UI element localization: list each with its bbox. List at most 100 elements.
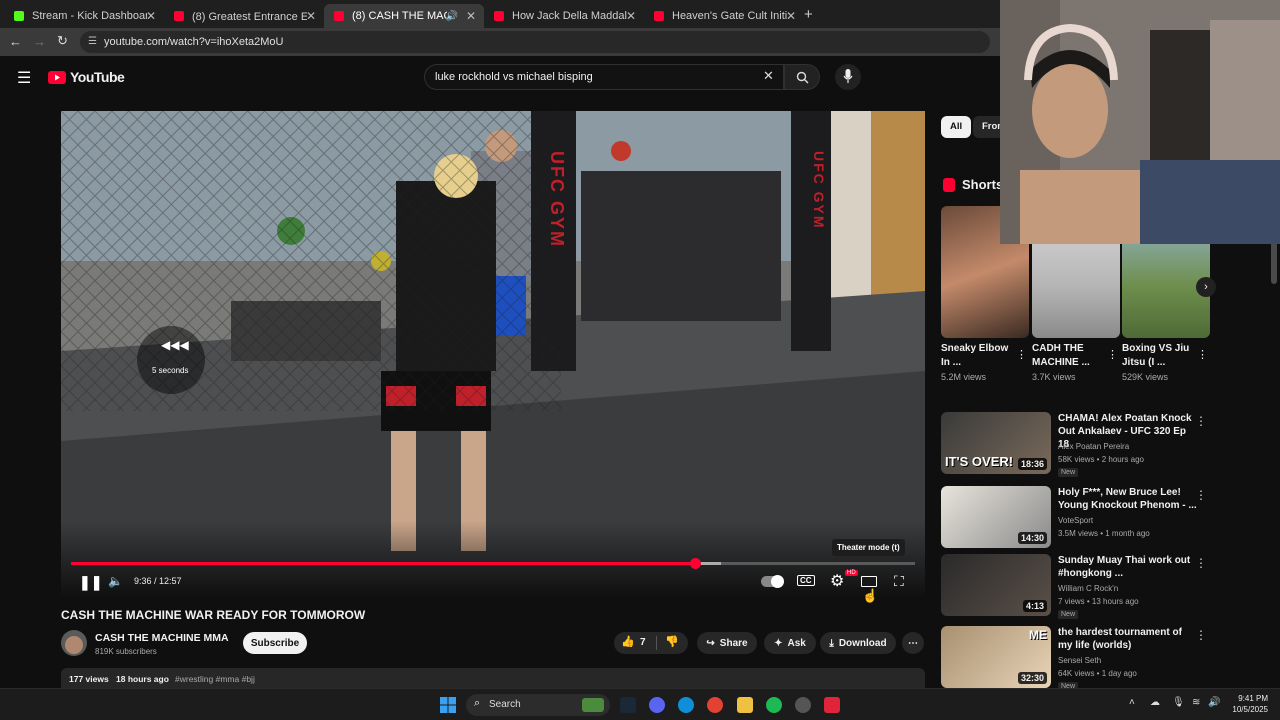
wifi-icon[interactable]: ≋ bbox=[1192, 697, 1200, 708]
tab-greatest-entrance[interactable]: (8) Greatest Entrance EVER?! 😳 ✕ bbox=[164, 4, 324, 28]
taskbar-search-label: Search bbox=[489, 699, 521, 710]
address-bar[interactable]: ☰ youtube.com/watch?v=ihoXeta2MoU bbox=[80, 31, 990, 53]
close-tab-icon[interactable]: ✕ bbox=[306, 9, 316, 23]
like-dislike-group: 👍 7 👎 bbox=[614, 632, 688, 654]
ask-button[interactable]: ✦ Ask bbox=[764, 632, 816, 654]
close-tab-icon[interactable]: ✕ bbox=[146, 9, 156, 23]
video-title: the hardest tournament of my life (world… bbox=[1058, 627, 1182, 651]
recommended-video[interactable]: ME 32:30 the hardest tournament of my li… bbox=[941, 626, 1211, 691]
forward-arrow-icon[interactable]: → bbox=[33, 34, 46, 49]
more-vertical-icon[interactable]: ⋮ bbox=[1195, 414, 1207, 428]
recommended-video[interactable]: 4:13 Sunday Muay Thai work out #hongkong… bbox=[941, 554, 1211, 619]
ask-label: Ask bbox=[787, 637, 806, 649]
shorts-logo-icon bbox=[943, 178, 955, 192]
autoplay-toggle[interactable] bbox=[761, 575, 784, 588]
ufc-gym-sign: UFC GYM bbox=[547, 151, 567, 248]
app-icon[interactable] bbox=[795, 697, 811, 713]
youtube-favicon-icon bbox=[174, 11, 184, 21]
youtube-favicon-icon bbox=[334, 11, 344, 21]
channel-avatar[interactable] bbox=[61, 630, 87, 656]
hashtags[interactable]: #wrestling #mma #bjj bbox=[175, 674, 255, 684]
recommended-video[interactable]: IT'S OVER! 18:36 CHAMA! Alex Poatan Knoc… bbox=[941, 412, 1211, 477]
subscribe-button[interactable]: Subscribe bbox=[243, 632, 307, 654]
short-title: Boxing VS Jiu Jitsu (I ... bbox=[1122, 343, 1190, 368]
video-player[interactable]: UFC GYM UFC GYM ◀◀◀ 5 seconds ❚❚ 🔈 9:36 … bbox=[61, 111, 925, 597]
recommended-video[interactable]: 14:30 Holy F***, New Bruce Lee! Young Kn… bbox=[941, 486, 1211, 548]
recording-app-icon[interactable] bbox=[824, 697, 840, 713]
more-vertical-icon[interactable]: ⋮ bbox=[1107, 348, 1118, 361]
cloud-icon[interactable]: ☁ bbox=[1150, 697, 1160, 708]
youtube-favicon-icon bbox=[654, 11, 664, 21]
tab-jack-della-maddalena[interactable]: How Jack Della Maddalena Co ✕ bbox=[484, 4, 644, 28]
steam-icon[interactable] bbox=[620, 697, 636, 713]
more-vertical-icon[interactable]: ⋮ bbox=[1197, 348, 1208, 361]
settings-gear-icon[interactable]: ⚙ bbox=[830, 571, 844, 591]
windows-start-icon[interactable] bbox=[440, 697, 456, 713]
clock-date[interactable]: 10/5/2025 bbox=[1226, 705, 1268, 714]
volume-icon[interactable]: 🔈 bbox=[108, 574, 123, 588]
view-count: 177 views bbox=[69, 674, 109, 684]
seek-back-overlay: ◀◀◀ 5 seconds bbox=[137, 326, 205, 394]
search-input[interactable]: luke rockhold vs michael bisping bbox=[424, 64, 784, 90]
more-vertical-icon[interactable]: ⋮ bbox=[1195, 488, 1207, 502]
discord-icon[interactable] bbox=[649, 697, 665, 713]
reload-icon[interactable]: ↻ bbox=[57, 33, 68, 49]
download-button[interactable]: ⤓ Download bbox=[820, 632, 896, 654]
theater-mode-tooltip: Theater mode (t) bbox=[832, 539, 905, 556]
youtube-logo[interactable]: YouTube bbox=[48, 69, 125, 85]
spotify-icon[interactable] bbox=[766, 697, 782, 713]
tab-kick-dashboard[interactable]: Stream - Kick Dashboard ✕ bbox=[4, 4, 164, 28]
fullscreen-icon[interactable]: ⛶ bbox=[894, 573, 904, 590]
clock-time[interactable]: 9:41 PM bbox=[1232, 694, 1268, 703]
video-duration: 32:30 bbox=[1017, 672, 1047, 684]
more-actions-button[interactable]: ⋯ bbox=[902, 632, 924, 654]
chrome-icon[interactable] bbox=[707, 697, 723, 713]
tab-cash-the-machine[interactable]: (8) CASH THE MACHINE W 🔊 ✕ bbox=[324, 4, 484, 28]
short-title: CADH THE MACHINE ... bbox=[1032, 343, 1090, 368]
progress-scrubber[interactable] bbox=[689, 558, 701, 569]
file-explorer-icon[interactable] bbox=[737, 697, 753, 713]
chip-all[interactable]: All bbox=[941, 116, 972, 138]
more-vertical-icon[interactable]: ⋮ bbox=[1195, 628, 1207, 642]
youtube-favicon-icon bbox=[494, 11, 504, 21]
more-vertical-icon[interactable]: ⋮ bbox=[1195, 556, 1207, 570]
theater-mode-icon[interactable] bbox=[861, 576, 877, 587]
tray-chevron-icon[interactable]: ˄ bbox=[1129, 697, 1135, 708]
captions-icon[interactable]: CC bbox=[797, 575, 815, 586]
more-horizontal-icon: ⋯ bbox=[908, 637, 918, 649]
edge-icon[interactable] bbox=[678, 697, 694, 713]
progress-bar[interactable] bbox=[71, 558, 915, 569]
tab-heavens-gate[interactable]: Heaven's Gate Cult Initiation Te ✕ bbox=[644, 4, 804, 28]
channel-name[interactable]: CASH THE MACHINE MMA bbox=[95, 632, 229, 644]
new-tab-button[interactable]: + bbox=[804, 6, 813, 23]
like-icon[interactable]: 👍 bbox=[621, 635, 635, 648]
dislike-icon[interactable]: 👎 bbox=[665, 635, 679, 648]
video-meta: 64K views • 1 day ago bbox=[1058, 669, 1137, 678]
pause-icon[interactable]: ❚❚ bbox=[79, 574, 102, 591]
close-tab-icon[interactable]: ✕ bbox=[626, 9, 636, 23]
taskbar-search-box[interactable]: ⌕ Search bbox=[466, 694, 610, 716]
page-scrollbar[interactable] bbox=[1271, 242, 1277, 284]
search-highlight-icon bbox=[582, 698, 604, 712]
back-arrow-icon[interactable]: ← bbox=[9, 34, 22, 49]
hamburger-menu-icon[interactable]: ☰ bbox=[17, 68, 31, 88]
more-vertical-icon[interactable]: ⋮ bbox=[1016, 348, 1027, 361]
close-tab-icon[interactable]: ✕ bbox=[786, 9, 796, 23]
video-thumbnail: ME 32:30 bbox=[941, 626, 1051, 688]
speaker-icon[interactable]: 🔊 bbox=[1208, 697, 1220, 708]
site-info-icon[interactable]: ☰ bbox=[88, 31, 97, 53]
shorts-next-arrow-icon[interactable]: › bbox=[1196, 277, 1216, 297]
divider bbox=[656, 636, 657, 650]
shorts-heading: Shorts bbox=[962, 177, 1004, 192]
mic-tray-icon[interactable]: 🎙 bbox=[1172, 697, 1185, 708]
close-tab-icon[interactable]: ✕ bbox=[466, 9, 476, 23]
video-title: Sunday Muay Thai work out #hongkong ... bbox=[1058, 555, 1191, 579]
webcam-feed bbox=[1000, 0, 1280, 244]
windows-taskbar: ⌕ Search ˄ ☁ 🎙 ≋ 🔊 9:41 PM 10/5/2025 bbox=[0, 688, 1280, 720]
voice-search-button[interactable] bbox=[835, 64, 861, 90]
clear-search-icon[interactable]: ✕ bbox=[763, 68, 774, 84]
share-button[interactable]: ↪ Share bbox=[697, 632, 757, 654]
audio-playing-icon[interactable]: 🔊 bbox=[446, 11, 458, 22]
description-box[interactable]: 177 views 18 hours ago #wrestling #mma #… bbox=[61, 668, 925, 688]
search-button[interactable] bbox=[784, 64, 820, 90]
